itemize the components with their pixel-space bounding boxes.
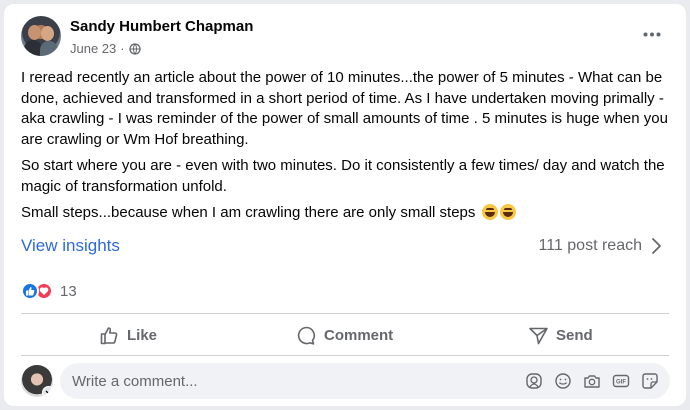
comment-label: Comment: [324, 326, 394, 344]
post-reach[interactable]: 111 post reach: [539, 237, 642, 255]
comment-icon: [297, 326, 315, 345]
avatar-sticker-icon[interactable]: [524, 371, 544, 391]
view-insights-link[interactable]: View insights: [21, 236, 120, 256]
post-paragraph-text: Small steps...because when I am crawling…: [21, 204, 476, 221]
author-avatar[interactable]: [21, 16, 61, 56]
post-date[interactable]: June 23: [70, 41, 116, 56]
more-options-button[interactable]: [640, 24, 664, 44]
divider: [21, 313, 669, 314]
thumbs-up-icon: [100, 326, 118, 344]
like-button[interactable]: Like: [99, 320, 157, 350]
gif-icon[interactable]: GIF: [611, 371, 631, 391]
emoji-icon[interactable]: [553, 371, 573, 391]
post-paragraph-last: Small steps...because when I am crawling…: [21, 203, 671, 224]
comment-input[interactable]: [72, 363, 512, 399]
divider: [21, 355, 669, 356]
chevron-right-icon[interactable]: [650, 236, 664, 256]
camera-icon[interactable]: [582, 371, 602, 391]
send-label: Send: [556, 326, 593, 344]
composer-tools: GIF: [524, 371, 660, 391]
like-label: Like: [127, 326, 158, 344]
post-paragraph: I reread recently an article about the p…: [21, 69, 668, 148]
sticker-icon[interactable]: [640, 371, 660, 391]
send-icon: [529, 327, 548, 344]
more-horizontal-icon: [643, 32, 661, 36]
reactions-summary[interactable]: 13: [21, 282, 77, 300]
comment-button[interactable]: Comment: [296, 320, 393, 350]
comment-composer: GIF: [60, 363, 670, 399]
commenter-avatar[interactable]: [21, 365, 53, 397]
post-card: Sandy Humbert Chapman June 23 · I reread…: [4, 4, 686, 406]
grinning-squinting-face-emoji: [481, 204, 498, 220]
svg-text:GIF: GIF: [616, 380, 626, 386]
like-reaction-icon: [21, 282, 39, 300]
meta-separator: ·: [120, 41, 125, 56]
post-paragraph: So start where you are - even with two m…: [21, 157, 665, 195]
post-body: I reread recently an article about the p…: [21, 68, 671, 230]
author-name[interactable]: Sandy Humbert Chapman: [70, 18, 253, 35]
globe-icon[interactable]: [128, 42, 141, 55]
reaction-count[interactable]: 13: [60, 283, 77, 300]
chevron-down-icon[interactable]: [42, 386, 53, 397]
tears-of-joy-face-emoji: [499, 204, 516, 220]
send-button[interactable]: Send: [528, 320, 593, 350]
post-meta: June 23 ·: [70, 41, 141, 56]
